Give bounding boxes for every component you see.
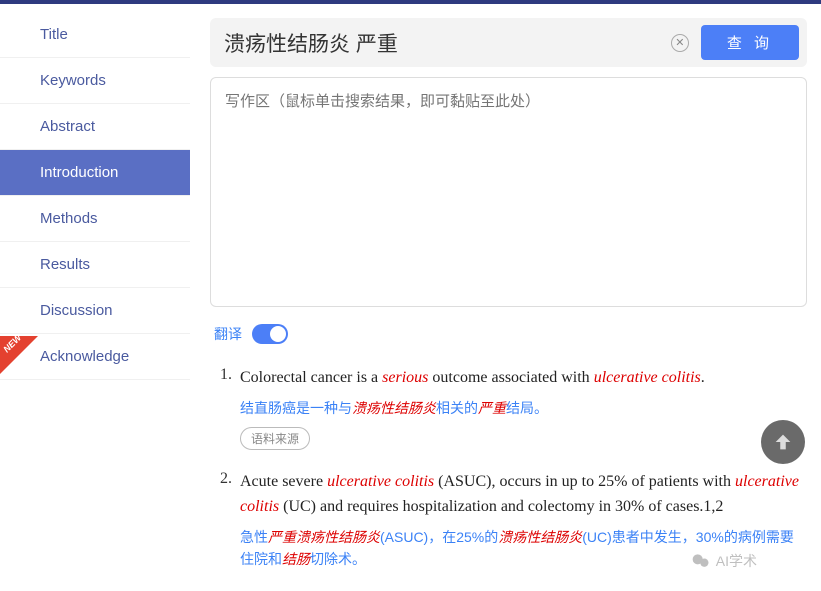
result-item[interactable]: 1.Colorectal cancer is a serious outcome…: [214, 366, 803, 450]
translate-row: 翻译: [214, 324, 803, 344]
sidebar-item-keywords[interactable]: Keywords: [0, 58, 190, 104]
sidebar: TitleKeywordsAbstractIntroductionMethods…: [0, 4, 190, 591]
scroll-top-button[interactable]: [761, 420, 805, 464]
translate-label: 翻译: [214, 324, 242, 344]
results-list: 1.Colorectal cancer is a serious outcome…: [210, 366, 807, 571]
result-english: Colorectal cancer is a serious outcome a…: [240, 366, 803, 391]
sidebar-item-discussion[interactable]: Discussion: [0, 288, 190, 334]
arrow-up-icon: [772, 431, 794, 453]
source-button[interactable]: 语料来源: [240, 427, 310, 450]
sidebar-item-results[interactable]: Results: [0, 242, 190, 288]
writing-textarea[interactable]: [210, 77, 807, 307]
search-bar: ✕ 查 询: [210, 18, 807, 67]
result-number: 1.: [214, 366, 240, 450]
result-english: Acute severe ulcerative colitis (ASUC), …: [240, 470, 803, 520]
main-content: ✕ 查 询 翻译 1.Colorectal cancer is a seriou…: [190, 4, 821, 591]
sidebar-item-introduction[interactable]: Introduction: [0, 150, 190, 196]
sidebar-item-title[interactable]: Title: [0, 12, 190, 58]
query-button[interactable]: 查 询: [701, 25, 799, 60]
sidebar-item-methods[interactable]: Methods: [0, 196, 190, 242]
clear-icon[interactable]: ✕: [671, 34, 689, 52]
wechat-icon: [691, 551, 711, 571]
sidebar-item-abstract[interactable]: Abstract: [0, 104, 190, 150]
translate-toggle[interactable]: [252, 324, 288, 344]
new-badge: NEW: [0, 336, 38, 378]
result-number: 2.: [214, 470, 240, 570]
watermark: AI学术: [691, 551, 757, 571]
result-chinese: 结直肠癌是一种与溃疡性结肠炎相关的严重结局。: [240, 397, 803, 419]
search-input[interactable]: [224, 31, 671, 55]
